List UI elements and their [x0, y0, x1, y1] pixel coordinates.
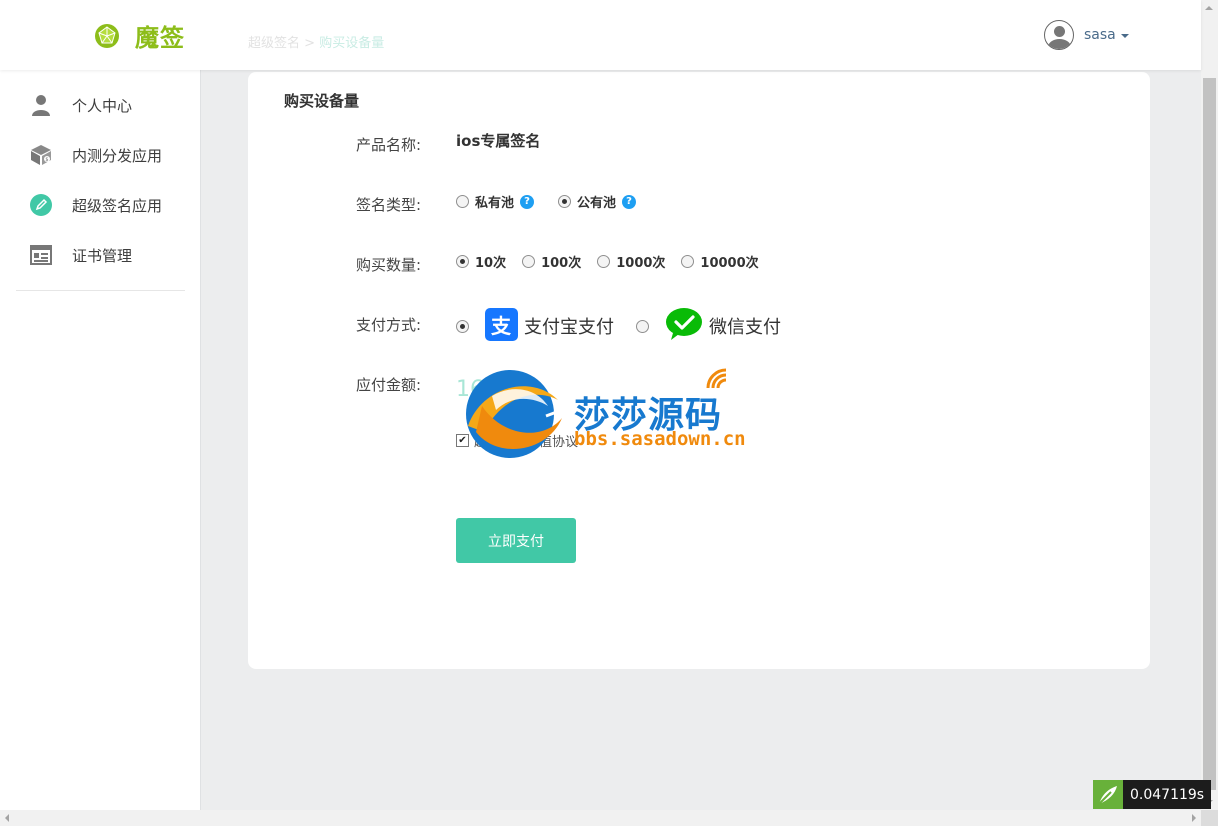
sidebar-item-label: 个人中心: [72, 96, 133, 115]
wechat-icon[interactable]: [665, 307, 703, 345]
breadcrumb-separator: >: [304, 36, 320, 51]
radio-qty-100[interactable]: [522, 255, 536, 268]
scroll-up-icon[interactable]: [1205, 6, 1213, 10]
alipay-icon[interactable]: 支: [485, 307, 518, 345]
user-icon: [30, 94, 52, 116]
help-icon[interactable]: ?: [622, 194, 637, 209]
breadcrumb-item[interactable]: 超级签名: [248, 36, 300, 51]
breadcrumb: 超级签名 > 购买设备量: [248, 32, 384, 51]
debug-timer: 0.047119s: [1093, 780, 1212, 809]
radio-qty-1000[interactable]: [597, 255, 611, 268]
scroll-right-icon[interactable]: [1192, 814, 1196, 822]
sidebar-item-label: 内测分发应用: [72, 146, 163, 165]
alipay-label[interactable]: 支付宝支付: [524, 313, 614, 339]
horizontal-scrollbar[interactable]: [0, 810, 1201, 826]
avatar: [1044, 20, 1074, 50]
payment-label: 支付方式:: [356, 316, 422, 334]
public-pool-label: 公有池: [577, 196, 617, 211]
timer-value: 0.047119s: [1123, 780, 1212, 809]
box-icon: $: [30, 144, 52, 166]
qty-10000-label: 10000次: [700, 256, 759, 271]
watermark: 莎莎源码 bbs.sasadown.cn: [462, 366, 762, 466]
watermark-logo-icon: [466, 370, 563, 458]
user-menu[interactable]: sasa: [1044, 20, 1129, 50]
scrollbar-thumb[interactable]: [1203, 78, 1216, 790]
breadcrumb-current: 购买设备量: [319, 36, 385, 51]
qty-1000-label: 1000次: [616, 256, 666, 271]
qty-100-label: 100次: [541, 256, 582, 271]
help-icon[interactable]: ?: [520, 194, 535, 209]
sidebar-item-beta-distribution[interactable]: $ 内测分发应用: [30, 143, 162, 167]
radio-qty-10[interactable]: [456, 255, 469, 268]
radio-private-pool[interactable]: [456, 195, 469, 208]
svg-text:支: 支: [491, 314, 512, 338]
caret-down-icon: [1120, 34, 1129, 38]
radio-public-pool[interactable]: [558, 195, 572, 208]
quantity-group: 10次 100次 1000次 10000次: [456, 252, 775, 271]
scrollbar-corner: [1201, 810, 1218, 826]
logo-icon: [95, 23, 119, 48]
private-pool-label: 私有池: [475, 196, 515, 211]
leaf-icon: [1093, 780, 1123, 809]
certificate-icon: [30, 244, 52, 266]
logo-text: 魔签: [135, 24, 185, 52]
product-label: 产品名称:: [356, 136, 422, 154]
radio-wechat[interactable]: [636, 319, 649, 333]
username: sasa: [1084, 27, 1116, 43]
pencil-icon: [30, 194, 52, 216]
radio-alipay[interactable]: [456, 319, 469, 333]
top-header: 魔签 超级签名 > 购买设备量 sasa: [0, 0, 1201, 70]
payment-group: 支 支付宝支付 微信支付: [456, 307, 781, 345]
sidebar-item-label: 超级签名应用: [72, 196, 163, 215]
sign-type-label: 签名类型:: [356, 196, 422, 214]
scroll-left-icon[interactable]: [5, 814, 9, 822]
pay-now-button[interactable]: 立即支付: [456, 518, 576, 563]
sidebar: 概述 个人中心 $ 内测分发应用 超级签名应用 证书管理: [0, 0, 201, 810]
sidebar-item-profile[interactable]: 个人中心: [30, 93, 132, 117]
vertical-scrollbar[interactable]: [1201, 0, 1218, 810]
sidebar-item-certificates[interactable]: 证书管理: [30, 243, 132, 267]
watermark-url: bbs.sasadown.cn: [574, 428, 746, 450]
card-title: 购买设备量: [284, 92, 360, 110]
quantity-label: 购买数量:: [356, 256, 422, 274]
wechat-label[interactable]: 微信支付: [709, 313, 781, 339]
logo[interactable]: 魔签: [93, 18, 185, 53]
svg-text:$: $: [45, 157, 48, 163]
sidebar-item-super-sign[interactable]: 超级签名应用: [30, 193, 162, 217]
product-value: ios专属签名: [456, 132, 541, 150]
sidebar-divider: [16, 290, 185, 291]
sidebar-item-label: 证书管理: [72, 246, 133, 265]
qty-10-label: 10次: [475, 256, 507, 271]
radio-qty-10000[interactable]: [681, 255, 695, 268]
sign-type-group: 私有池 ? 公有池 ?: [456, 192, 660, 211]
amount-label: 应付金额:: [356, 376, 422, 394]
